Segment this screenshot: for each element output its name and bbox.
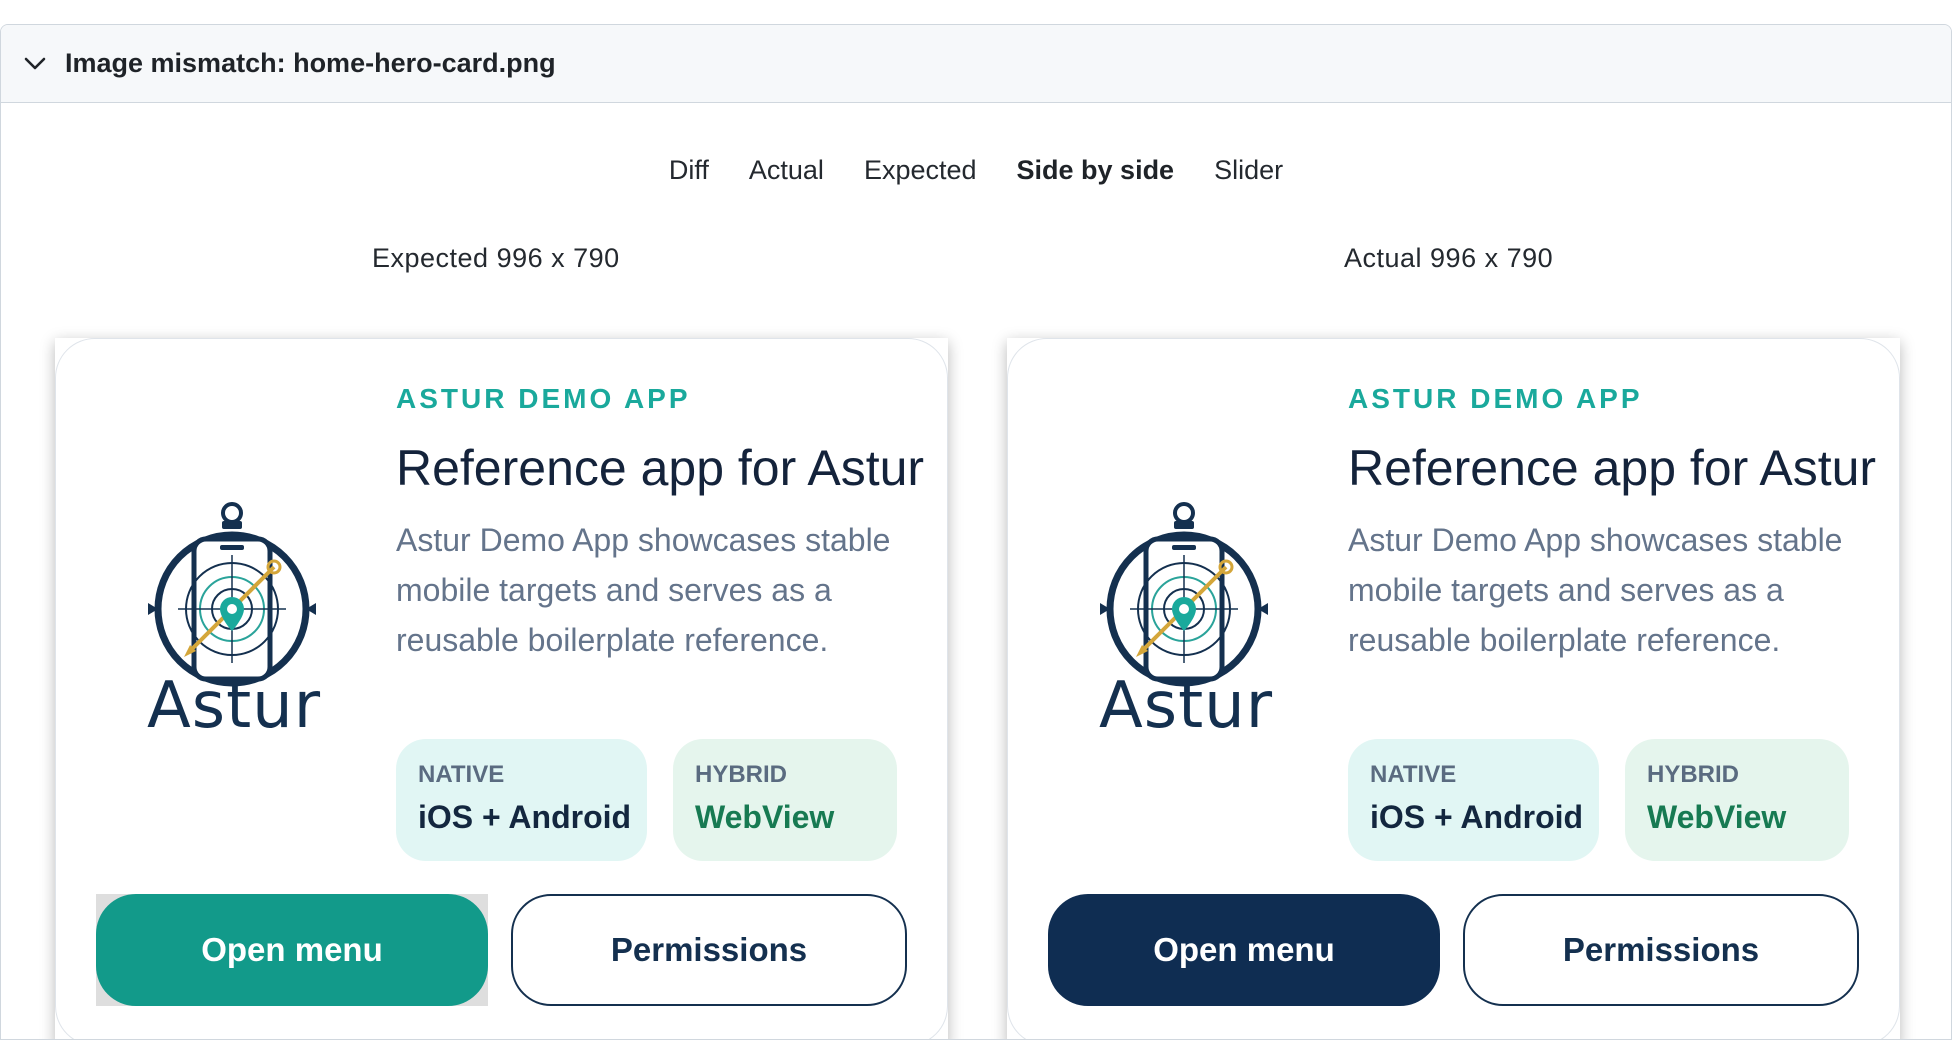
- chip-value: WebView: [695, 799, 835, 835]
- chip-label: NATIVE: [1370, 761, 1457, 788]
- permissions-button[interactable]: Permissions: [1463, 894, 1859, 1006]
- card-headline: Reference app for Astur: [396, 440, 925, 496]
- chip-value: WebView: [1647, 799, 1787, 835]
- actual-size-label: Actual 996 x 790: [1344, 243, 1554, 273]
- panel-header[interactable]: Image mismatch: home-hero-card.png: [1, 25, 1951, 103]
- panel-title: Image mismatch: home-hero-card.png: [65, 48, 556, 78]
- logo-wordmark: Astur: [1098, 669, 1274, 743]
- chip-label: HYBRID: [695, 761, 788, 788]
- card-description: Astur Demo App showcases stable mobile t…: [396, 522, 891, 658]
- permissions-button[interactable]: Permissions: [511, 894, 907, 1006]
- native-chip: NATIVE iOS + Android: [1348, 739, 1599, 861]
- tab-diff[interactable]: Diff: [669, 155, 709, 186]
- hero-card: Astur ASTUR DEMO APP Reference app for A…: [55, 338, 948, 1039]
- actual-screenshot: Astur ASTUR DEMO APP Reference app for A…: [1007, 338, 1900, 1039]
- tab-slider[interactable]: Slider: [1214, 155, 1283, 186]
- chip-label: NATIVE: [418, 761, 505, 788]
- open-menu-button[interactable]: Open menu: [96, 894, 488, 1006]
- image-mismatch-panel: Image mismatch: home-hero-card.png Diff …: [0, 24, 1952, 1040]
- view-mode-tabs: Diff Actual Expected Side by side Slider: [1, 155, 1951, 186]
- chip-value: iOS + Android: [418, 799, 632, 835]
- eyebrow-label: ASTUR DEMO APP: [396, 383, 691, 414]
- tab-side-by-side[interactable]: Side by side: [1017, 155, 1175, 186]
- chip-label: HYBRID: [1647, 761, 1740, 788]
- hero-card: Astur ASTUR DEMO APP Reference app for A…: [1007, 338, 1900, 1039]
- card-headline: Reference app for Astur: [1348, 440, 1877, 496]
- open-menu-button[interactable]: Open menu: [1048, 894, 1440, 1006]
- hybrid-chip: HYBRID WebView: [673, 739, 897, 861]
- chip-value: iOS + Android: [1370, 799, 1584, 835]
- native-chip: NATIVE iOS + Android: [396, 739, 647, 861]
- eyebrow-label: ASTUR DEMO APP: [1348, 383, 1643, 414]
- card-description: Astur Demo App showcases stable mobile t…: [1348, 522, 1843, 658]
- tab-expected[interactable]: Expected: [864, 155, 977, 186]
- hybrid-chip: HYBRID WebView: [1625, 739, 1849, 861]
- expected-screenshot: Astur ASTUR DEMO APP Reference app for A…: [55, 338, 948, 1039]
- expected-size-label: Expected 996 x 790: [372, 243, 620, 273]
- chevron-down-icon[interactable]: [21, 50, 49, 78]
- logo-wordmark: Astur: [146, 669, 322, 743]
- tab-actual[interactable]: Actual: [749, 155, 824, 186]
